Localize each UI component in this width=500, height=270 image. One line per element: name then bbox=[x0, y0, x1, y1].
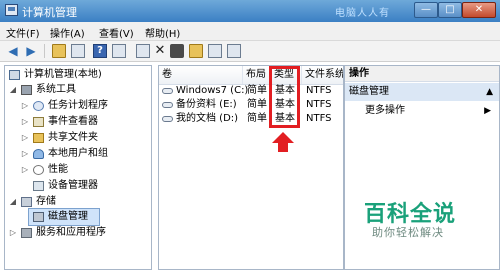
cell-volume: Windows7 (C:) bbox=[176, 85, 249, 96]
minimize-button[interactable]: — bbox=[414, 2, 438, 18]
table-row[interactable]: 我的文档 (D:) 简单 基本 NTFS bbox=[159, 112, 343, 126]
actions-section-disk-management[interactable]: 磁盘管理 ▲ bbox=[345, 83, 499, 101]
delete-icon[interactable]: ✕ bbox=[153, 44, 167, 58]
computer-management-icon bbox=[5, 4, 18, 16]
collapse-arrow-icon[interactable]: ▷ bbox=[21, 162, 29, 178]
show-hide-tree-icon[interactable] bbox=[71, 44, 85, 58]
collapse-arrow-icon[interactable]: ▷ bbox=[21, 98, 29, 114]
help-icon[interactable]: ? bbox=[93, 44, 107, 58]
cell-volume: 备份资料 (E:) bbox=[176, 99, 237, 110]
cell-layout: 简单 bbox=[247, 99, 267, 110]
performance-icon bbox=[33, 165, 44, 175]
menu-view[interactable]: 查看(V) bbox=[99, 25, 134, 40]
disk-icon[interactable] bbox=[208, 44, 222, 58]
device-manager-label: 设备管理器 bbox=[48, 180, 98, 191]
open-folder-icon[interactable] bbox=[189, 44, 203, 58]
table-header: 卷 布局 类型 文件系统 bbox=[159, 66, 343, 85]
services-icon bbox=[21, 228, 32, 238]
expand-arrow-icon[interactable]: ◢ bbox=[9, 82, 17, 98]
properties-icon[interactable] bbox=[170, 44, 184, 58]
volume-icon bbox=[162, 116, 173, 122]
tree-root-label: 计算机管理(本地) bbox=[24, 69, 102, 80]
clock-icon bbox=[33, 101, 44, 111]
cell-layout: 简单 bbox=[247, 113, 267, 124]
storage-icon bbox=[21, 197, 32, 207]
volume-icon bbox=[162, 102, 173, 108]
list-view-icon[interactable] bbox=[227, 44, 241, 58]
up-folder-icon[interactable] bbox=[52, 44, 66, 58]
performance-label: 性能 bbox=[48, 164, 68, 175]
menu-bar: 文件(F) 操作(A) 查看(V) 帮助(H) bbox=[0, 22, 500, 41]
services-label: 服务和应用程序 bbox=[36, 227, 106, 238]
cell-filesystem: NTFS bbox=[306, 99, 332, 110]
column-header-layout[interactable]: 布局 bbox=[243, 66, 271, 84]
more-actions-item[interactable]: 更多操作 bbox=[365, 104, 405, 118]
shared-folders-label: 共享文件夹 bbox=[48, 132, 98, 143]
title-bar: 计算机管理 电脑人人有 — □ ✕ bbox=[0, 0, 500, 22]
toolbar: ◀ ▶ ? ✕ bbox=[0, 41, 500, 62]
watermark-text: 电脑人人有 bbox=[335, 8, 390, 19]
volume-list: 卷 布局 类型 文件系统 Windows7 (C:) 简单 基本 NTFS 备份… bbox=[158, 65, 344, 270]
navigation-tree: 计算机管理(本地) ◢ 系统工具 ▷ 任务计划程序 ▷ 事件查看器 ▷ 共享文件… bbox=[4, 65, 152, 270]
cell-layout: 简单 bbox=[247, 85, 267, 96]
actions-section-label: 磁盘管理 bbox=[349, 86, 389, 97]
shared-folder-icon bbox=[33, 133, 44, 143]
actions-header: 操作 bbox=[345, 66, 499, 82]
maximize-button[interactable]: □ bbox=[438, 2, 462, 18]
menu-action[interactable]: 操作(A) bbox=[50, 25, 85, 40]
refresh-icon[interactable] bbox=[136, 44, 150, 58]
submenu-arrow-icon[interactable]: ▶ bbox=[484, 104, 491, 118]
expand-arrow-icon[interactable]: ◢ bbox=[9, 194, 17, 210]
arrow-left-icon[interactable]: ◀ bbox=[6, 44, 20, 58]
up-arrow-annotation bbox=[272, 132, 294, 143]
collapse-arrow-icon[interactable]: ▷ bbox=[21, 146, 29, 162]
show-hide-action-pane-icon[interactable] bbox=[112, 44, 126, 58]
collapse-up-icon[interactable]: ▲ bbox=[486, 83, 493, 101]
task-scheduler-label: 任务计划程序 bbox=[48, 100, 108, 111]
column-header-filesystem[interactable]: 文件系统 bbox=[302, 66, 343, 84]
cell-volume: 我的文档 (D:) bbox=[176, 113, 239, 124]
close-button[interactable]: ✕ bbox=[462, 2, 496, 18]
collapse-arrow-icon[interactable]: ▷ bbox=[9, 225, 17, 241]
storage-label: 存储 bbox=[36, 196, 56, 207]
up-arrow-annotation-body bbox=[278, 143, 288, 152]
disk-management-icon bbox=[33, 212, 44, 222]
table-row[interactable]: Windows7 (C:) 简单 基本 NTFS bbox=[159, 84, 343, 98]
menu-help[interactable]: 帮助(H) bbox=[145, 25, 180, 40]
computer-icon bbox=[9, 70, 20, 80]
arrow-right-icon[interactable]: ▶ bbox=[24, 44, 38, 58]
disk-management-label: 磁盘管理 bbox=[48, 211, 88, 222]
toolbar-separator bbox=[44, 44, 45, 58]
cell-filesystem: NTFS bbox=[306, 113, 332, 124]
menu-file[interactable]: 文件(F) bbox=[6, 25, 40, 40]
collapse-arrow-icon[interactable]: ▷ bbox=[21, 130, 29, 146]
table-row[interactable]: 备份资料 (E:) 简单 基本 NTFS bbox=[159, 98, 343, 112]
collapse-arrow-icon[interactable]: ▷ bbox=[21, 114, 29, 130]
event-viewer-label: 事件查看器 bbox=[48, 116, 98, 127]
local-users-label: 本地用户和组 bbox=[48, 148, 108, 159]
cell-filesystem: NTFS bbox=[306, 85, 332, 96]
users-icon bbox=[33, 149, 44, 159]
volume-icon bbox=[162, 88, 173, 94]
tree-item-disk-management[interactable]: 磁盘管理 bbox=[28, 208, 100, 226]
column-header-volume[interactable]: 卷 bbox=[159, 66, 243, 84]
window-title: 计算机管理 bbox=[22, 6, 77, 19]
type-column-highlight bbox=[269, 66, 300, 128]
tools-icon bbox=[21, 85, 32, 95]
event-viewer-icon bbox=[33, 117, 44, 127]
brand-slogan: 助你轻松解决 bbox=[372, 226, 444, 239]
system-tools-label: 系统工具 bbox=[36, 84, 76, 95]
device-manager-icon bbox=[33, 181, 44, 191]
